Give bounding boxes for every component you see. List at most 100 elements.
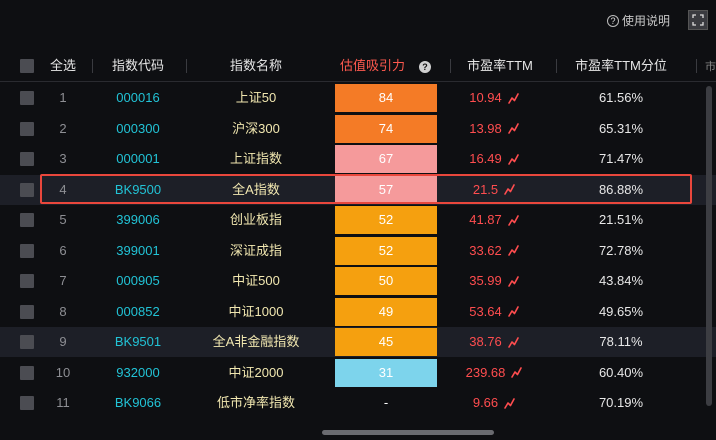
row-checkbox[interactable] (20, 274, 34, 288)
question-icon[interactable]: ? (419, 60, 432, 73)
pe-value: 16.49 (469, 151, 502, 166)
row-checkbox[interactable] (20, 213, 34, 227)
row-number: 10 (55, 364, 71, 380)
trend-chart-icon[interactable] (507, 153, 519, 165)
pe-percentile: 65.31% (598, 120, 644, 136)
index-name[interactable]: 深证成指 (186, 236, 326, 266)
trend-chart-icon[interactable] (504, 184, 515, 195)
pe-cell: 10.94 (446, 83, 542, 113)
pe-percentile: 71.47% (598, 151, 644, 166)
pe-cell: 53.64 (446, 297, 542, 327)
header-select-all[interactable]: 全选 (44, 50, 82, 82)
index-name[interactable]: 上证指数 (186, 144, 326, 174)
table-row[interactable]: 4 BK9500 全A指数 57 21.5 86.88% (0, 174, 716, 205)
row-checkbox[interactable] (20, 243, 34, 258)
top-bar: ? 使用说明 (0, 0, 716, 44)
table-row[interactable]: 1 000016 上证50 84 10.94 61.56% (0, 83, 716, 113)
table-row[interactable]: 7 000905 中证500 50 35.99 43.84% (0, 266, 716, 296)
index-code[interactable]: 000300 (96, 114, 180, 144)
fullscreen-icon (692, 14, 704, 26)
index-name[interactable]: 上证50 (186, 83, 326, 113)
index-name[interactable]: 沪深300 (186, 114, 326, 144)
row-number: 3 (59, 151, 67, 166)
row-checkbox[interactable] (20, 365, 34, 380)
index-code[interactable]: 399006 (96, 205, 180, 235)
header-valuation[interactable]: 估值吸引力? (330, 50, 450, 82)
pe-value: 239.68 (465, 364, 506, 380)
header-pe[interactable]: 市盈率TTM (452, 50, 548, 82)
row-number: 5 (59, 212, 67, 227)
index-code[interactable]: 000016 (96, 83, 180, 113)
pe-value: 33.62 (469, 242, 502, 258)
table-row[interactable]: 10 932000 中证2000 31 239.68 60.40% (0, 358, 716, 388)
header-code[interactable]: 指数代码 (96, 50, 180, 82)
row-checkbox[interactable] (20, 152, 34, 166)
index-code[interactable]: 399001 (96, 236, 180, 266)
trend-chart-icon[interactable] (507, 275, 519, 287)
index-name[interactable]: 中证1000 (186, 297, 326, 327)
pe-cell: 33.62 (446, 236, 542, 266)
row-checkbox[interactable] (20, 91, 34, 105)
header-pe-percentile[interactable]: 市盈率TTM分位 (558, 50, 684, 82)
header-name[interactable]: 指数名称 (186, 50, 326, 82)
row-checkbox[interactable] (20, 396, 34, 410)
trend-chart-icon[interactable] (507, 214, 519, 226)
index-name[interactable]: 中证500 (186, 266, 326, 296)
help-link[interactable]: ? 使用说明 (606, 12, 670, 29)
index-name[interactable]: 全A非金融指数 (186, 327, 326, 357)
index-code[interactable]: 000001 (96, 144, 180, 174)
table-row[interactable]: 11 BK9066 低市净率指数 - 9.66 70.19% (0, 388, 716, 418)
trend-chart-icon[interactable] (507, 92, 519, 104)
trend-chart-icon[interactable] (504, 397, 515, 409)
index-code[interactable]: 000905 (96, 266, 180, 296)
valuation-score: 74 (335, 114, 437, 143)
pe-cell: 16.49 (446, 144, 542, 174)
row-checkbox[interactable] (20, 121, 34, 136)
table-row[interactable]: 8 000852 中证1000 49 53.64 49.65% (0, 297, 716, 327)
horizontal-scrollbar[interactable] (322, 430, 494, 435)
pe-percentile: 43.84% (598, 273, 644, 288)
pe-percentile: 72.78% (598, 242, 644, 258)
pe-value: 13.98 (469, 120, 502, 136)
index-code[interactable]: 000852 (96, 297, 180, 327)
trend-chart-icon[interactable] (511, 367, 523, 378)
pe-value: 38.76 (469, 334, 502, 349)
pe-percentile: 86.88% (598, 181, 644, 197)
pe-value: 35.99 (469, 273, 502, 288)
table-row[interactable]: 2 000300 沪深300 74 13.98 65.31% (0, 114, 716, 144)
pe-percentile: 78.11% (599, 334, 643, 349)
row-number: 6 (59, 242, 67, 258)
valuation-score: 31 (335, 358, 437, 387)
trend-chart-icon[interactable] (507, 123, 519, 134)
row-number: 8 (59, 303, 67, 319)
index-name[interactable]: 创业板指 (186, 205, 326, 235)
select-all-checkbox[interactable] (20, 59, 34, 73)
index-table: 全选 指数代码 指数名称 估值吸引力? 市盈率TTM 市盈率TTM分位 1 000… (0, 50, 716, 410)
pe-cell: 13.98 (446, 114, 542, 144)
pe-value: 21.5 (472, 181, 499, 197)
row-checkbox[interactable] (20, 182, 34, 197)
index-name[interactable]: 低市净率指数 (186, 388, 326, 418)
pe-cell: 35.99 (446, 266, 542, 296)
trend-chart-icon[interactable] (507, 336, 519, 348)
row-checkbox[interactable] (20, 304, 34, 319)
header-valuation-label: 估值吸引力 (340, 58, 406, 73)
index-code[interactable]: BK9500 (96, 175, 180, 205)
table-row[interactable]: 9 BK9501 全A非金融指数 45 38.76 78.11% (0, 327, 716, 357)
index-code[interactable]: BK9501 (96, 327, 180, 357)
index-name[interactable]: 全A指数 (186, 175, 326, 205)
index-code[interactable]: BK9066 (96, 388, 180, 418)
trend-chart-icon[interactable] (507, 245, 519, 256)
table-row[interactable]: 3 000001 上证指数 67 16.49 71.47% (0, 144, 716, 174)
table-row[interactable]: 6 399001 深证成指 52 33.62 72.78% (0, 236, 716, 266)
trend-chart-icon[interactable] (507, 306, 519, 317)
table-row[interactable]: 5 399006 创业板指 52 41.87 21.51% (0, 205, 716, 235)
vertical-scrollbar[interactable] (706, 86, 712, 406)
pe-cell: 38.76 (446, 327, 542, 357)
index-name[interactable]: 中证2000 (186, 358, 326, 388)
pe-value: 41.87 (469, 212, 502, 227)
index-code[interactable]: 932000 (96, 358, 180, 388)
row-checkbox[interactable] (20, 335, 34, 349)
fullscreen-button[interactable] (688, 10, 708, 30)
valuation-score: - (383, 395, 389, 410)
